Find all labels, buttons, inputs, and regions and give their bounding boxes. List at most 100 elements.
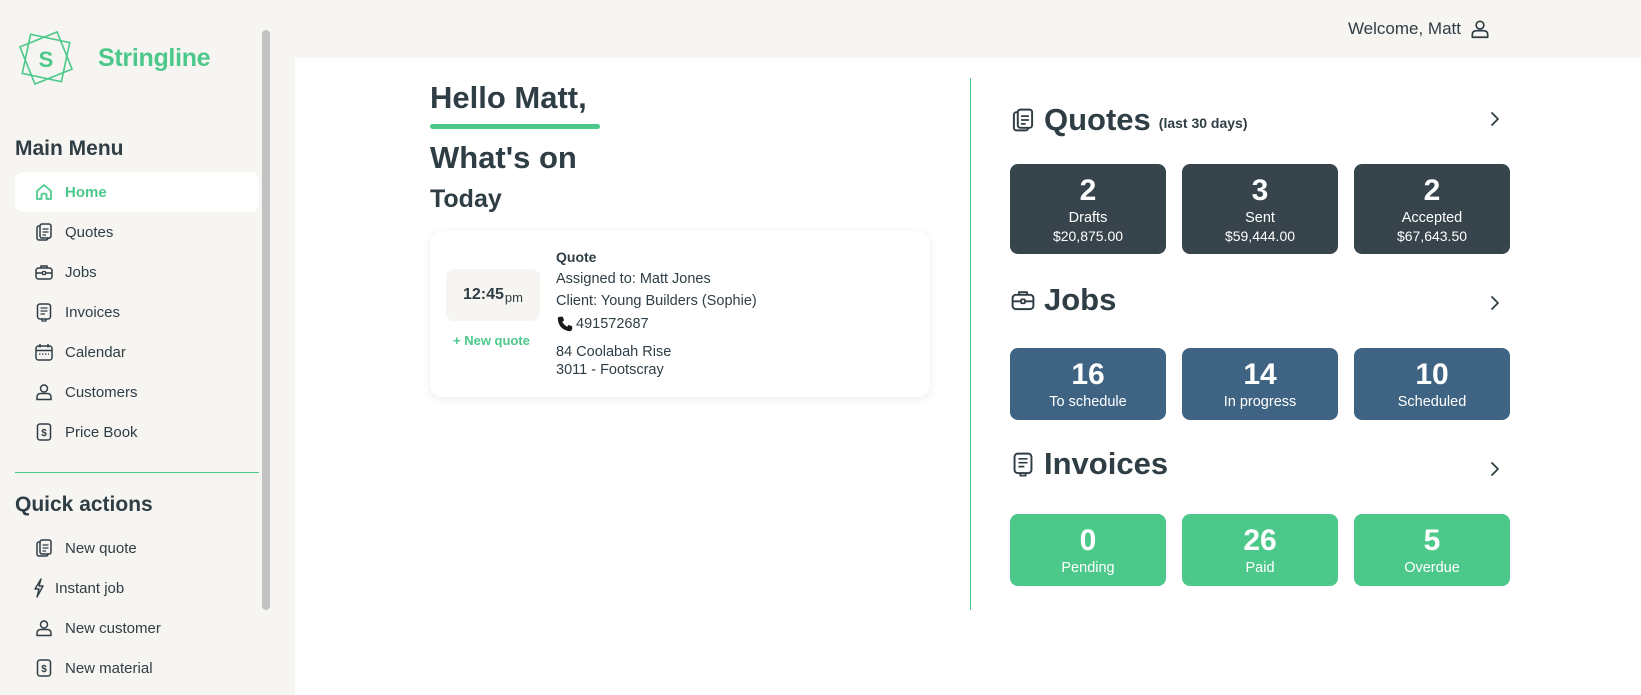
logo-letter: S — [39, 47, 54, 72]
tile-amount: $67,643.50 — [1396, 227, 1468, 244]
main-menu: Home Quotes Jobs Invoices Calendar Custo… — [15, 172, 259, 452]
calendar-icon — [33, 341, 55, 363]
event-address-line2: 3011 - Footscray — [556, 362, 664, 378]
tile-amount: $59,444.00 — [1224, 227, 1296, 244]
invoices-tile-paid[interactable]: 26 Paid — [1182, 514, 1338, 586]
greeting: Hello Matt, — [430, 80, 587, 115]
quick-action-instant-job[interactable]: Instant job — [15, 568, 259, 608]
sidebar-item-home[interactable]: Home — [15, 172, 259, 212]
jobs-tile-scheduled[interactable]: 10 Scheduled — [1354, 348, 1510, 420]
event-time: 12:45 pm — [446, 269, 540, 321]
user-icon — [1471, 20, 1489, 39]
invoices-tile-pending[interactable]: 0 Pending — [1010, 514, 1166, 586]
quotes-tile-accepted[interactable]: 2 Accepted $67,643.50 — [1354, 164, 1510, 254]
event-details: Quote Assigned to: Matt Jones Client: Yo… — [556, 249, 757, 379]
quick-action-label: New material — [65, 659, 153, 677]
person-icon — [33, 381, 55, 403]
jobs-section-header[interactable]: Jobs — [1010, 280, 1512, 320]
quote-doc-icon — [33, 221, 55, 243]
event-phone[interactable]: 491572687 — [556, 315, 757, 333]
sidebar-item-customers[interactable]: Customers — [15, 372, 259, 412]
tile-label: Scheduled — [1397, 393, 1467, 410]
jobs-tile-in-progress[interactable]: 14 In progress — [1182, 348, 1338, 420]
sidebar-scroll-track — [273, 0, 295, 695]
quick-action-label: New quote — [65, 539, 137, 557]
today-heading: Today — [430, 185, 502, 213]
whats-on-heading: What's on — [430, 140, 577, 175]
tile-value: 2 — [1423, 173, 1441, 207]
tile-value: 3 — [1251, 173, 1269, 207]
sidebar-item-label: Quotes — [65, 223, 114, 241]
quote-doc-icon — [33, 537, 55, 559]
event-type: Quote — [556, 249, 597, 265]
event-time-value: 12:45 — [463, 286, 504, 303]
invoices-title: Invoices — [1044, 446, 1169, 481]
tile-label: In progress — [1223, 393, 1297, 410]
tile-value: 16 — [1071, 357, 1105, 391]
tile-label: Drafts — [1068, 209, 1108, 226]
user-menu[interactable]: Welcome, Matt — [1348, 18, 1491, 40]
event-card[interactable]: 12:45 pm + New quote Quote Assigned to: … — [430, 231, 930, 397]
sidebar-scrollbar[interactable] — [262, 30, 270, 610]
new-quote-link[interactable]: + New quote — [453, 333, 530, 348]
sidebar-item-label: Home — [65, 183, 107, 201]
sidebar-item-label: Jobs — [65, 263, 97, 281]
briefcase-icon — [33, 261, 55, 283]
logo[interactable]: S Stringline — [14, 26, 211, 90]
invoice-icon — [33, 301, 55, 323]
chevron-right-icon[interactable] — [1486, 110, 1504, 128]
tile-value: 26 — [1243, 523, 1277, 557]
sidebar-item-calendar[interactable]: Calendar — [15, 332, 259, 372]
event-time-suffix: pm — [504, 289, 523, 305]
person-icon — [33, 617, 55, 639]
lightning-icon — [33, 577, 45, 599]
tile-label: Sent — [1245, 209, 1275, 226]
svg-text:$: $ — [41, 428, 47, 439]
quotes-tile-sent[interactable]: 3 Sent $59,444.00 — [1182, 164, 1338, 254]
briefcase-icon — [1011, 291, 1035, 311]
sidebar-item-price-book[interactable]: $ Price Book — [15, 412, 259, 452]
invoices-tile-overdue[interactable]: 5 Overdue — [1354, 514, 1510, 586]
jobs-tiles: 16 To schedule 14 In progress 10 Schedul… — [1010, 348, 1512, 420]
dollar-icon: $ — [33, 657, 55, 679]
dollar-icon: $ — [33, 421, 55, 443]
chevron-right-icon[interactable] — [1486, 294, 1504, 312]
event-address-line1: 84 Coolabah Rise — [556, 344, 672, 360]
sidebar-item-quotes[interactable]: Quotes — [15, 212, 259, 252]
quick-action-label: Instant job — [55, 579, 125, 597]
main-content: Hello Matt, What's on Today 12:45 pm + N… — [295, 58, 1641, 695]
quotes-title: Quotes — [1044, 102, 1151, 137]
brand-name: Stringline — [98, 43, 211, 72]
sidebar-item-jobs[interactable]: Jobs — [15, 252, 259, 292]
jobs-title: Jobs — [1044, 282, 1117, 317]
sidebar-item-invoices[interactable]: Invoices — [15, 292, 259, 332]
sidebar-item-label: Customers — [65, 383, 138, 401]
quick-actions-menu: New quote Instant job New customer $ New… — [15, 528, 259, 688]
tile-value: 10 — [1415, 357, 1449, 391]
sidebar-item-label: Calendar — [65, 343, 126, 361]
jobs-tile-to-schedule[interactable]: 16 To schedule — [1010, 348, 1166, 420]
quick-action-new-quote[interactable]: New quote — [15, 528, 259, 568]
quotes-tile-drafts[interactable]: 2 Drafts $20,875.00 — [1010, 164, 1166, 254]
welcome-text: Welcome, Matt — [1347, 19, 1461, 38]
greeting-underline — [430, 124, 600, 129]
invoices-section-header[interactable]: Invoices — [1010, 444, 1512, 484]
tile-label: Overdue — [1404, 559, 1460, 576]
quick-action-label: New customer — [65, 619, 161, 637]
quick-action-new-material[interactable]: $ New material — [15, 648, 259, 688]
chevron-right-icon[interactable] — [1486, 460, 1504, 478]
tile-label: To schedule — [1049, 393, 1127, 410]
home-icon — [33, 181, 55, 203]
invoices-tiles: 0 Pending 26 Paid 5 Overdue — [1010, 514, 1512, 586]
event-assigned: Assigned to: Matt Jones — [556, 271, 711, 287]
invoice-icon — [1013, 452, 1033, 477]
tile-value: 5 — [1423, 523, 1441, 557]
quotes-subtitle: (last 30 days) — [1158, 115, 1248, 131]
tile-value: 0 — [1079, 523, 1097, 557]
quick-action-new-customer[interactable]: New customer — [15, 608, 259, 648]
quick-actions-title: Quick actions — [15, 493, 153, 516]
event-phone-number: 491572687 — [576, 316, 649, 332]
quotes-section-header[interactable]: Quotes (last 30 days) — [1010, 100, 1512, 140]
quote-doc-icon — [1012, 108, 1034, 132]
tile-label: Paid — [1245, 559, 1275, 576]
